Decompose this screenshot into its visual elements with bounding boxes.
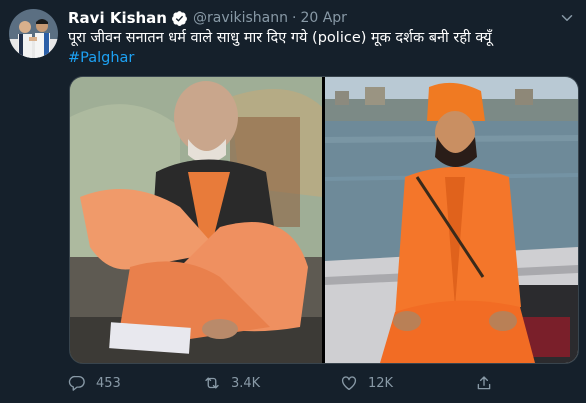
author-name[interactable]: Ravi Kishan — [68, 9, 167, 27]
author-handle[interactable]: @ravikishann — [193, 10, 288, 26]
retweet-button[interactable]: 3.4K — [203, 370, 260, 396]
avatar-image — [9, 9, 58, 58]
separator-dot: · — [292, 10, 297, 26]
reply-icon — [68, 375, 85, 391]
retweet-icon — [205, 377, 219, 389]
photo-seated-sadhu — [70, 77, 322, 363]
like-button[interactable]: 12K — [340, 370, 393, 396]
reply-count: 453 — [96, 375, 121, 391]
tweet[interactable]: Ravi Kishan @ravikishann · 20 Apr पूरा ज… — [0, 0, 586, 403]
chevron-down-icon[interactable] — [558, 9, 576, 27]
share-button[interactable] — [475, 370, 493, 396]
media-grid — [69, 76, 579, 364]
hashtag-link[interactable]: #Palghar — [68, 48, 134, 68]
photo-left[interactable] — [70, 77, 322, 363]
action-bar: 453 3.4K 12K — [68, 370, 508, 396]
avatar[interactable] — [9, 9, 58, 58]
verified-badge-icon — [172, 10, 187, 26]
share-icon — [477, 376, 491, 390]
photo-sadhu-boat — [325, 77, 578, 363]
reply-button[interactable]: 453 — [68, 370, 121, 396]
retweet-count: 3.4K — [231, 375, 261, 391]
tweet-header: Ravi Kishan @ravikishann · 20 Apr — [68, 8, 347, 28]
like-count: 12K — [368, 375, 394, 391]
photo-right[interactable] — [325, 77, 578, 363]
tweet-text: पूरा जीवन सनातन धर्म वाले साधु मार दिए ग… — [68, 30, 492, 46]
like-icon — [341, 376, 357, 391]
tweet-date[interactable]: 20 Apr — [300, 10, 346, 26]
